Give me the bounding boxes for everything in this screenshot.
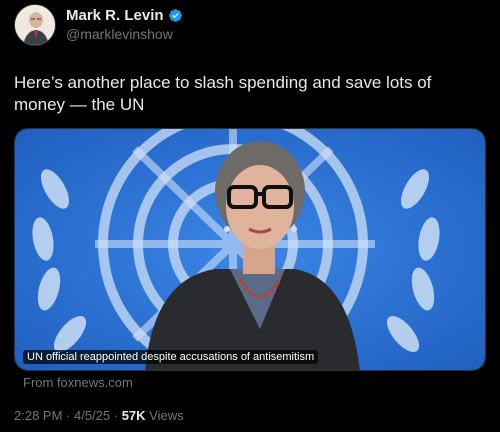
author-display-name[interactable]: Mark R. Levin [66, 7, 164, 24]
tweet-date[interactable]: 4/5/25 [74, 408, 110, 423]
views-label: Views [145, 408, 184, 423]
verified-badge-icon [168, 8, 182, 22]
tweet-time[interactable]: 2:28 PM [14, 408, 62, 423]
link-source[interactable]: From foxnews.com [23, 375, 133, 390]
tweet-text: Here’s another place to slash spending a… [14, 73, 432, 114]
tweet-meta: 2:28 PM · 4/5/25 · 57K Views [14, 408, 184, 423]
link-card-image[interactable]: UN official reappointed despite accusati… [14, 128, 486, 371]
author-handle[interactable]: @marklevinshow [66, 26, 183, 42]
avatar[interactable] [14, 4, 56, 46]
meta-separator: · [62, 408, 74, 423]
image-caption: UN official reappointed despite accusati… [23, 350, 319, 364]
tweet-header: Mark R. Levin @marklevinshow [14, 4, 183, 46]
meta-separator: · [110, 408, 122, 423]
views-count: 57K [121, 408, 146, 423]
news-photo [15, 129, 485, 370]
